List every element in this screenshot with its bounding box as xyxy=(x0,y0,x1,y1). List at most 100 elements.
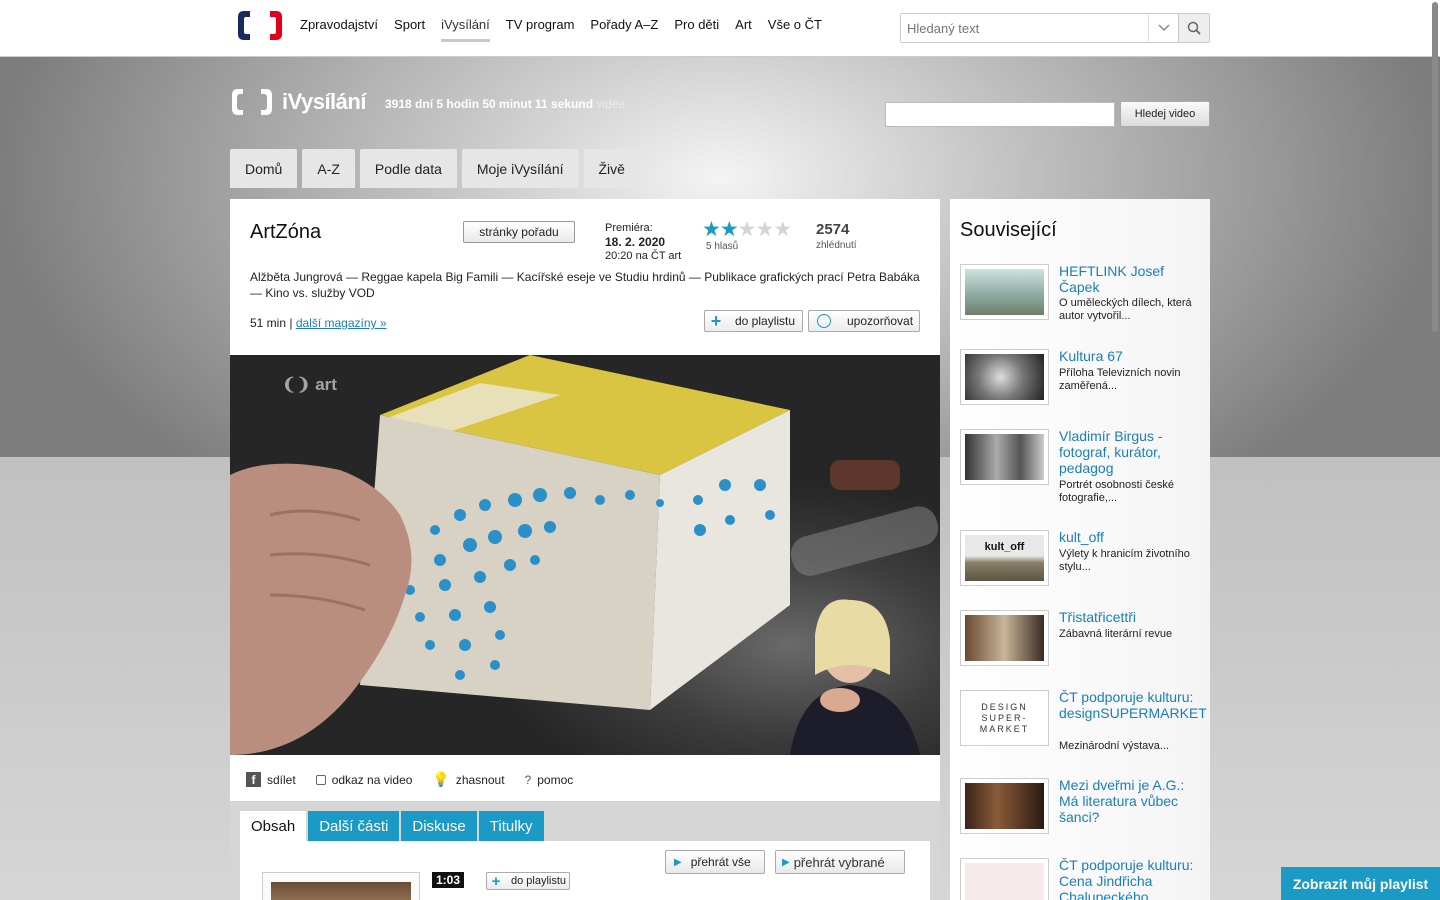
menu-home[interactable]: Domů xyxy=(230,149,298,188)
site-header: Zpravodajství Sport iVysílání TV program… xyxy=(0,0,1440,57)
search-icon[interactable] xyxy=(1178,14,1209,42)
notify-button[interactable]: upozorňovat xyxy=(808,310,920,332)
related-desc: Příloha Televizních novin zaměřená... xyxy=(1059,367,1181,392)
menu-by-date[interactable]: Podle data xyxy=(359,149,457,188)
play-all-button[interactable]: ▶ přehrát vše xyxy=(665,850,765,874)
star-icon[interactable]: ★ xyxy=(738,218,757,241)
related-thumbnail[interactable] xyxy=(960,264,1049,320)
related-thumbnail[interactable] xyxy=(960,610,1049,666)
nav-porady-az[interactable]: Pořady A–Z xyxy=(590,17,658,32)
episode-tabs: Obsah Další části Diskuse Titulky xyxy=(240,811,544,841)
share-facebook[interactable]: f sdílet xyxy=(246,772,296,787)
play-selected-button[interactable]: ▶ přehrát vybrané xyxy=(775,850,905,874)
play-selected-label: přehrát vybrané xyxy=(793,854,885,870)
show-pages-button[interactable]: stránky pořadu xyxy=(463,221,575,243)
main-site-nav: Zpravodajství Sport iVysílání TV program… xyxy=(300,17,838,42)
star-icon[interactable]: ★ xyxy=(702,218,721,241)
clock-icon xyxy=(817,314,831,328)
related-desc: Portrét osobnosti české fotografie,... xyxy=(1059,479,1174,504)
related-title[interactable]: Kultura 67 xyxy=(1059,348,1199,364)
rating-stars[interactable]: ★★★★★ xyxy=(702,218,792,241)
ivysilani-brand: iVysílání xyxy=(282,89,366,114)
segment-add-playlist-label: do playlistu xyxy=(511,875,567,887)
site-search xyxy=(900,13,1210,43)
segment-thumbnail-image xyxy=(271,882,411,900)
show-my-playlist-button[interactable]: Zobrazit můj playlist xyxy=(1281,867,1440,900)
star-icon[interactable]: ★ xyxy=(720,218,739,241)
video-search-input[interactable] xyxy=(885,102,1115,127)
segment-thumbnail[interactable] xyxy=(262,872,420,900)
video-frame-image xyxy=(230,355,939,755)
play-icon: ▶ xyxy=(674,856,682,868)
ct-logo-icon[interactable] xyxy=(236,9,284,42)
facebook-icon: f xyxy=(246,772,261,787)
star-icon[interactable]: ★ xyxy=(773,218,792,241)
nav-zpravodajstvi[interactable]: Zpravodajství xyxy=(300,17,378,32)
ivysilani-logo[interactable]: iVysílání xyxy=(230,87,366,117)
tab-subtitles[interactable]: Titulky xyxy=(478,811,544,841)
video-search-button[interactable]: Hledej video xyxy=(1120,101,1210,127)
video-counter: 3918 dní 5 hodin 50 minut 11 sekund vide… xyxy=(385,97,625,111)
link-icon xyxy=(315,774,326,785)
premiere-time: 20:20 na ČT art xyxy=(605,250,682,262)
premiere-info: Premiéra: 18. 2. 2020 20:20 na ČT art xyxy=(605,221,681,263)
nav-pro-deti[interactable]: Pro děti xyxy=(674,17,719,32)
related-title[interactable]: Vladimír Birgus - fotograf, kurátor, ped… xyxy=(1059,428,1199,476)
nav-vse-o-ct[interactable]: Vše o ČT xyxy=(768,17,822,32)
related-title[interactable]: Třistatřicettři xyxy=(1059,609,1199,625)
channel-watermark: ❨❩ art xyxy=(282,375,337,394)
episode-panel: ArtZóna stránky pořadu Premiéra: 18. 2. … xyxy=(230,199,940,900)
video-counter-suffix: videa xyxy=(596,97,626,111)
related-desc: Mezinárodní výstava... xyxy=(1059,740,1170,752)
site-search-input[interactable] xyxy=(901,14,1148,42)
premiere-date: 18. 2. 2020 xyxy=(605,235,666,249)
related-desc: Zábavná literární revue xyxy=(1059,628,1173,640)
related-thumbnail[interactable] xyxy=(960,858,1049,900)
related-thumbnail[interactable]: kult_off xyxy=(960,530,1049,586)
menu-live[interactable]: Živě xyxy=(583,149,640,188)
dim-lights[interactable]: 💡 zhasnout xyxy=(432,771,504,788)
video-player[interactable]: ❨❩ art xyxy=(230,355,940,755)
related-title[interactable]: ČT podporuje kulturu: Cena Jindřicha Cha… xyxy=(1059,857,1199,900)
menu-my-ivysilani[interactable]: Moje iVysílání xyxy=(461,149,579,188)
related-thumbnail[interactable] xyxy=(960,778,1049,834)
tab-content[interactable]: Obsah xyxy=(240,811,307,841)
episode-topics: Alžběta Jungrová — Reggae kapela Big Fam… xyxy=(250,270,920,300)
segment-add-playlist-button[interactable]: + do playlistu xyxy=(486,872,570,890)
tab-more-parts[interactable]: Další části xyxy=(308,811,400,841)
premiere-label: Premiéra: xyxy=(605,222,653,234)
nav-ivysilani[interactable]: iVysílání xyxy=(441,17,490,42)
related-title[interactable]: ČT podporuje kulturu: designSUPERMARKET xyxy=(1059,689,1207,721)
view-count: 2574 xyxy=(816,221,850,238)
more-magazines-link[interactable]: další magazíny » xyxy=(296,316,387,330)
nav-tv-program[interactable]: TV program xyxy=(506,17,575,32)
help-label: pomoc xyxy=(537,772,574,787)
page-scrollbar[interactable] xyxy=(1430,0,1440,900)
segment-duration: 1:03 xyxy=(432,872,465,888)
help-link[interactable]: ? pomoc xyxy=(525,773,574,787)
related-sidebar: Související HEFTLINK Josef Čapek O uměle… xyxy=(950,199,1210,900)
related-thumbnail[interactable]: DESIGN SUPER- MARKET xyxy=(960,690,1049,746)
chevron-down-icon[interactable] xyxy=(1148,14,1178,42)
video-link[interactable]: odkaz na video xyxy=(315,773,412,787)
show-title: ArtZóna xyxy=(250,221,322,243)
notify-label: upozorňovat xyxy=(847,314,914,328)
nav-sport[interactable]: Sport xyxy=(394,17,425,32)
plus-icon: + xyxy=(710,311,722,331)
share-bar: f sdílet odkaz na video 💡 zhasnout ? pom… xyxy=(246,771,573,788)
tab-discussion[interactable]: Diskuse xyxy=(401,811,477,841)
related-title[interactable]: HEFTLINK Josef Čapek xyxy=(1059,263,1199,295)
view-count-label: zhlédnutí xyxy=(816,240,857,251)
menu-az[interactable]: A-Z xyxy=(302,149,355,188)
related-title[interactable]: Mezi dveřmi je A.G.: Má literatura vůbec… xyxy=(1059,777,1199,825)
episode-duration: 51 min | xyxy=(250,316,293,330)
star-icon[interactable]: ★ xyxy=(755,218,774,241)
related-thumbnail[interactable] xyxy=(960,349,1049,405)
add-to-playlist-button[interactable]: + do playlistu xyxy=(704,310,803,332)
scrollbar-thumb[interactable] xyxy=(1432,2,1438,332)
related-title[interactable]: kult_off xyxy=(1059,529,1199,545)
related-thumbnail[interactable] xyxy=(960,429,1049,485)
ivysilani-menu: Domů A-Z Podle data Moje iVysílání Živě xyxy=(230,149,640,188)
related-heading: Související xyxy=(960,219,1057,241)
nav-art[interactable]: Art xyxy=(735,17,752,32)
